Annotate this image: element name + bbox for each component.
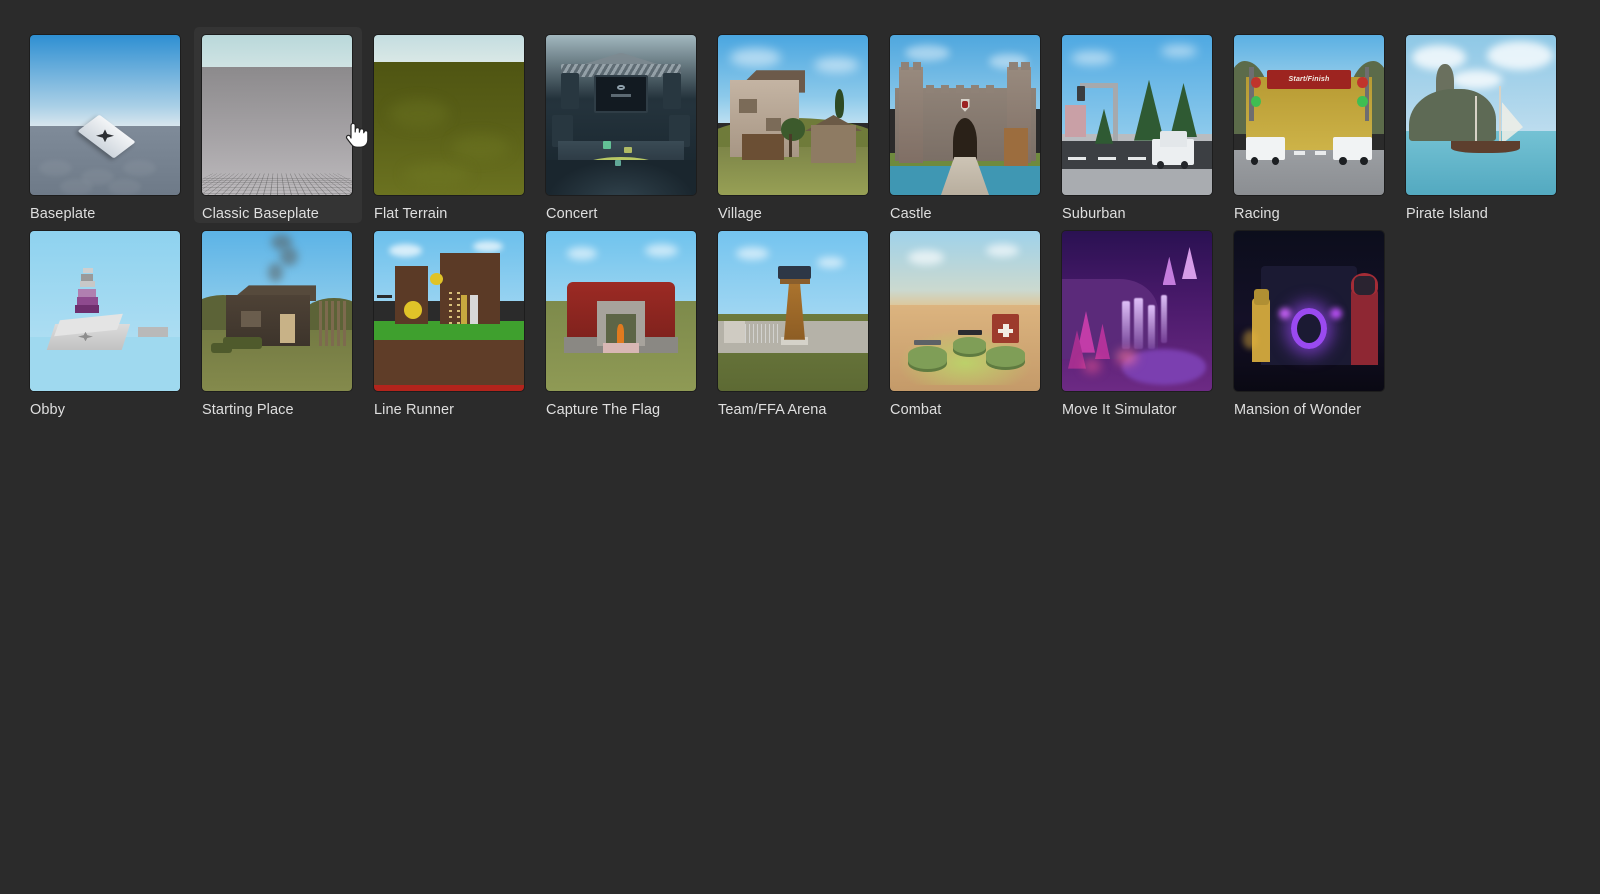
thumbnail-art-starting-place: [202, 231, 352, 391]
template-card-pirate-island[interactable]: Pirate Island: [1398, 27, 1566, 223]
template-thumbnail-castle[interactable]: [890, 35, 1040, 195]
template-thumbnail-combat[interactable]: [890, 231, 1040, 391]
template-thumbnail-pirate-island[interactable]: [1406, 35, 1556, 195]
template-thumbnail-concert[interactable]: [546, 35, 696, 195]
template-gallery: Baseplate Classic Baseplate Flat Terrain …: [0, 0, 1600, 894]
template-card-suburban[interactable]: Suburban: [1054, 27, 1222, 223]
template-thumbnail-team-ffa-arena[interactable]: [718, 231, 868, 391]
template-label-obby: Obby: [30, 402, 66, 418]
template-label-racing: Racing: [1234, 206, 1280, 222]
template-card-racing[interactable]: Start/Finish Racing: [1226, 27, 1394, 223]
template-thumbnail-suburban[interactable]: [1062, 35, 1212, 195]
thumbnail-art-castle: [890, 35, 1040, 195]
thumbnail-art-move-it-simulator: [1062, 231, 1212, 391]
template-label-suburban: Suburban: [1062, 206, 1126, 222]
template-card-combat[interactable]: Combat: [882, 223, 1050, 419]
template-thumbnail-capture-the-flag[interactable]: [546, 231, 696, 391]
template-card-flat-terrain[interactable]: Flat Terrain: [366, 27, 534, 223]
thumbnail-art-suburban: [1062, 35, 1212, 195]
thumbnail-art-line-runner: [374, 231, 524, 391]
template-label-flat-terrain: Flat Terrain: [374, 206, 448, 222]
template-card-starting-place[interactable]: Starting Place: [194, 223, 362, 419]
template-thumbnail-mansion-of-wonder[interactable]: [1234, 231, 1384, 391]
thumbnail-art-baseplate: [30, 35, 180, 195]
template-label-concert: Concert: [546, 206, 598, 222]
thumbnail-art-racing: Start/Finish: [1234, 35, 1384, 195]
template-label-capture-the-flag: Capture The Flag: [546, 402, 661, 418]
template-card-baseplate[interactable]: Baseplate: [22, 27, 190, 223]
thumbnail-art-mansion-of-wonder: [1234, 231, 1384, 391]
thumbnail-art-concert: [546, 35, 696, 195]
template-label-castle: Castle: [890, 206, 932, 222]
template-label-team-ffa-arena: Team/FFA Arena: [718, 402, 827, 418]
template-label-starting-place: Starting Place: [202, 402, 294, 418]
template-label-mansion-of-wonder: Mansion of Wonder: [1234, 402, 1362, 418]
template-card-classic-baseplate[interactable]: Classic Baseplate: [194, 27, 362, 223]
template-thumbnail-village[interactable]: [718, 35, 868, 195]
template-card-mansion-of-wonder[interactable]: Mansion of Wonder: [1226, 223, 1394, 419]
template-label-move-it-simulator: Move It Simulator: [1062, 402, 1177, 418]
template-label-line-runner: Line Runner: [374, 402, 455, 418]
template-card-concert[interactable]: Concert: [538, 27, 706, 223]
template-thumbnail-line-runner[interactable]: [374, 231, 524, 391]
template-label-village: Village: [718, 206, 762, 222]
template-grid: Baseplate Classic Baseplate Flat Terrain …: [22, 27, 1600, 419]
thumbnail-art-village: [718, 35, 868, 195]
template-thumbnail-flat-terrain[interactable]: [374, 35, 524, 195]
template-label-pirate-island: Pirate Island: [1406, 206, 1488, 222]
thumbnail-art-combat: [890, 231, 1040, 391]
thumbnail-art-obby: [30, 231, 180, 391]
template-card-obby[interactable]: Obby: [22, 223, 190, 419]
template-thumbnail-move-it-simulator[interactable]: [1062, 231, 1212, 391]
template-label-baseplate: Baseplate: [30, 206, 96, 222]
template-label-combat: Combat: [890, 402, 942, 418]
template-card-team-ffa-arena[interactable]: Team/FFA Arena: [710, 223, 878, 419]
template-card-capture-the-flag[interactable]: Capture The Flag: [538, 223, 706, 419]
template-card-castle[interactable]: Castle: [882, 27, 1050, 223]
thumbnail-art-capture-the-flag: [546, 231, 696, 391]
template-card-line-runner[interactable]: Line Runner: [366, 223, 534, 419]
thumbnail-art-flat-terrain: [374, 35, 524, 195]
template-card-village[interactable]: Village: [710, 27, 878, 223]
template-thumbnail-classic-baseplate[interactable]: [202, 35, 352, 195]
thumbnail-art-pirate-island: [1406, 35, 1556, 195]
template-thumbnail-obby[interactable]: [30, 231, 180, 391]
template-label-classic-baseplate: Classic Baseplate: [202, 206, 319, 222]
template-thumbnail-starting-place[interactable]: [202, 231, 352, 391]
thumbnail-art-classic-baseplate: [202, 35, 352, 195]
template-thumbnail-baseplate[interactable]: [30, 35, 180, 195]
template-card-move-it-simulator[interactable]: Move It Simulator: [1054, 223, 1222, 419]
thumbnail-art-team-ffa-arena: [718, 231, 868, 391]
template-thumbnail-racing[interactable]: Start/Finish: [1234, 35, 1384, 195]
